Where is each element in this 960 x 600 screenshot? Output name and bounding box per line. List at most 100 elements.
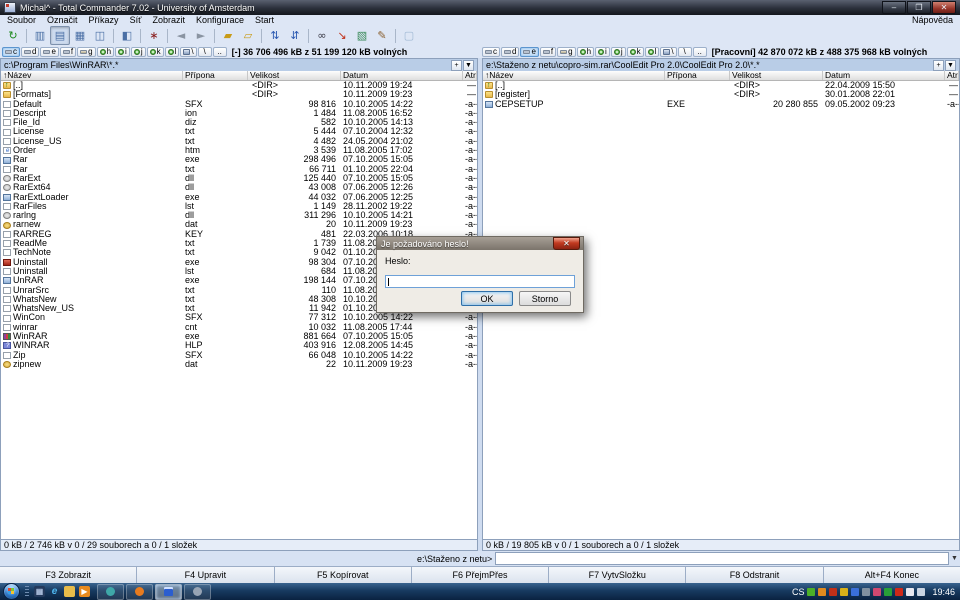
drive-l-button[interactable]: l (165, 47, 180, 57)
fkey-alt-f4-konec[interactable]: Alt+F4 Konec (824, 567, 960, 583)
app-window-2[interactable] (184, 584, 211, 600)
file-row[interactable]: [Formats]<DIR>10.11.2009 19:23— (1, 90, 477, 99)
file-row[interactable]: DefaultSFX98 81610.10.2005 14:22-a-- (1, 100, 477, 109)
fkey-f5-kop-rovat[interactable]: F5 Kopírovat (275, 567, 412, 583)
fkey-f6-p-ejmp-es[interactable]: F6 PřejmPřes (412, 567, 549, 583)
start-button[interactable] (3, 583, 20, 600)
drive-f-button[interactable]: f (540, 47, 556, 57)
menu-s[interactable]: Síť (130, 15, 142, 25)
drive-d-button[interactable]: d (501, 47, 519, 57)
column-header-p-pona[interactable]: Přípona (183, 71, 248, 80)
file-row[interactable]: RarExt64dll43 00807.06.2005 12:26-a-- (1, 183, 477, 192)
file-row[interactable]: zipnewdat2210.11.2009 19:23-a-- (1, 360, 477, 369)
drive-g-button[interactable]: g (557, 47, 575, 57)
root-dir-button[interactable]: \ (198, 47, 212, 57)
drive-j-button[interactable]: j (131, 47, 146, 57)
file-row[interactable]: WinRARexe881 66407.10.2005 15:05-a-- (1, 332, 477, 341)
file-row[interactable]: License_UStxt4 48224.05.2004 21:02-a-- (1, 137, 477, 146)
network-drive-button[interactable]: \ (660, 47, 676, 57)
unpack-icon[interactable]: ▱ (238, 26, 258, 45)
drive-j-button[interactable]: j (611, 47, 626, 57)
forward-icon[interactable]: ► (191, 26, 211, 45)
menu-p-kazy[interactable]: Příkazy (89, 15, 119, 25)
column-header-velikost[interactable]: Velikost (248, 71, 341, 80)
file-row[interactable]: [..]<DIR>10.11.2009 19:24— (1, 81, 477, 90)
column-header-velikost[interactable]: Velikost (730, 71, 823, 80)
network-drive-button[interactable]: \ (180, 47, 196, 57)
file-row[interactable]: RarExtLoaderexe44 03207.06.2005 12:25-a-… (1, 193, 477, 202)
full-view-icon[interactable]: ▤ (50, 26, 70, 45)
file-row[interactable]: WinConSFX77 31210.10.2005 14:22-a-- (1, 313, 477, 322)
language-indicator[interactable]: CS (792, 587, 805, 597)
goto-icon[interactable]: ↘ (332, 26, 352, 45)
file-row[interactable]: WINRARHLP403 91612.08.2005 14:45-a-- (1, 341, 477, 350)
command-history-dropdown[interactable]: ▼ (950, 552, 959, 565)
file-row[interactable]: File_Iddiz58210.10.2005 14:13-a-- (1, 118, 477, 127)
drive-e-button[interactable]: e (520, 47, 538, 57)
file-row[interactable]: ZipSFX66 04810.10.2005 14:22-a-- (1, 351, 477, 360)
drive-h-button[interactable]: h (97, 47, 114, 57)
media-player-icon[interactable]: ▶ (79, 586, 90, 597)
calculator-icon[interactable]: ▢ (399, 26, 419, 45)
file-row[interactable]: CEPSETUPEXE20 280 85509.05.2002 09:23-a-… (483, 100, 959, 109)
internet-explorer-icon[interactable]: e (49, 586, 60, 597)
column-header-datum[interactable]: Datum (341, 71, 463, 80)
messenger-icon[interactable] (873, 588, 881, 596)
notes-icon[interactable]: ✎ (372, 26, 392, 45)
maximize-button[interactable]: ❐ (907, 1, 931, 14)
sound-icon[interactable] (917, 588, 925, 596)
file-row[interactable]: Licensetxt5 44407.10.2004 12:32-a-- (1, 127, 477, 136)
safe-icon[interactable] (884, 588, 892, 596)
tree-view-icon[interactable]: ◫ (90, 26, 110, 45)
search-icon[interactable]: ∞ (312, 26, 332, 45)
back-icon[interactable]: ◄ (171, 26, 191, 45)
drive-f-button[interactable]: f (60, 47, 76, 57)
file-row[interactable]: [register]<DIR>30.01.2008 22:01— (483, 90, 959, 99)
file-row[interactable]: RarFileslst1 14928.11.2002 19:22-a-- (1, 202, 477, 211)
drive-h-button[interactable]: h (577, 47, 594, 57)
fkey-f4-upravit[interactable]: F4 Upravit (137, 567, 274, 583)
left-hotlist-button[interactable]: ▼ (463, 60, 474, 71)
explorer-icon[interactable] (64, 586, 75, 597)
drive-c-button[interactable]: c (482, 47, 500, 57)
file-row[interactable]: rarnewdat2010.11.2009 19:23-a-- (1, 220, 477, 229)
drive-g-button[interactable]: g (77, 47, 95, 57)
menu-konfigurace[interactable]: Konfigurace (196, 15, 244, 25)
file-row[interactable]: Orderhtm3 53911.08.2005 17:02-a-- (1, 146, 477, 155)
media-center-icon[interactable]: ▦ (34, 586, 45, 597)
pack-icon[interactable]: ▰ (218, 26, 238, 45)
network-icon[interactable] (851, 588, 859, 596)
quick-view-icon[interactable]: ◧ (117, 26, 137, 45)
thumbnails-view-icon[interactable]: ▦ (70, 26, 90, 45)
right-path-bar[interactable]: e:\Staženo z netu\copro-sim.rar\CoolEdit… (483, 59, 959, 71)
drive-e-button[interactable]: e (40, 47, 58, 57)
column-header-p-pona[interactable]: Přípona (665, 71, 730, 80)
minimize-button[interactable]: – (882, 1, 906, 14)
fkey-f3-zobrazit[interactable]: F3 Zobrazit (0, 567, 137, 583)
updater-icon[interactable] (818, 588, 826, 596)
column-header-atr[interactable]: Atr (463, 71, 477, 80)
ftp-disconnect-icon[interactable]: ⇵ (285, 26, 305, 45)
fkey-f7-vytvslo-ku[interactable]: F7 VytvSložku (549, 567, 686, 583)
drive-d-button[interactable]: d (21, 47, 39, 57)
app-window-1[interactable] (97, 584, 124, 600)
antivirus-icon[interactable] (807, 588, 815, 596)
drive-c-button[interactable]: c (2, 47, 20, 57)
left-history-button[interactable]: + (451, 60, 462, 71)
file-row[interactable]: [..]<DIR>22.04.2009 15:50— (483, 81, 959, 90)
display-icon[interactable] (906, 588, 914, 596)
root-dir-button[interactable]: \ (678, 47, 692, 57)
file-row[interactable]: winrarcnt10 03211.08.2005 17:44-a-- (1, 323, 477, 332)
right-history-button[interactable]: + (933, 60, 944, 71)
refresh-icon[interactable]: ↻ (3, 26, 23, 45)
taskbar-clock[interactable]: 19:46 (932, 587, 955, 597)
file-row[interactable]: Rartxt66 71101.10.2005 22:04-a-- (1, 165, 477, 174)
drive-i-button[interactable]: i (115, 47, 130, 57)
column-header-n-zev[interactable]: ↑Název (1, 71, 183, 80)
ok-button[interactable]: OK (461, 291, 513, 306)
file-row[interactable]: RarExtdll125 44007.10.2005 15:05-a-- (1, 174, 477, 183)
sync-dirs-icon[interactable]: ▧ (352, 26, 372, 45)
file-row[interactable]: Description1 48411.08.2005 16:52-a-- (1, 109, 477, 118)
parent-dir-button[interactable]: .. (213, 47, 227, 57)
firefox-window[interactable] (126, 584, 153, 600)
